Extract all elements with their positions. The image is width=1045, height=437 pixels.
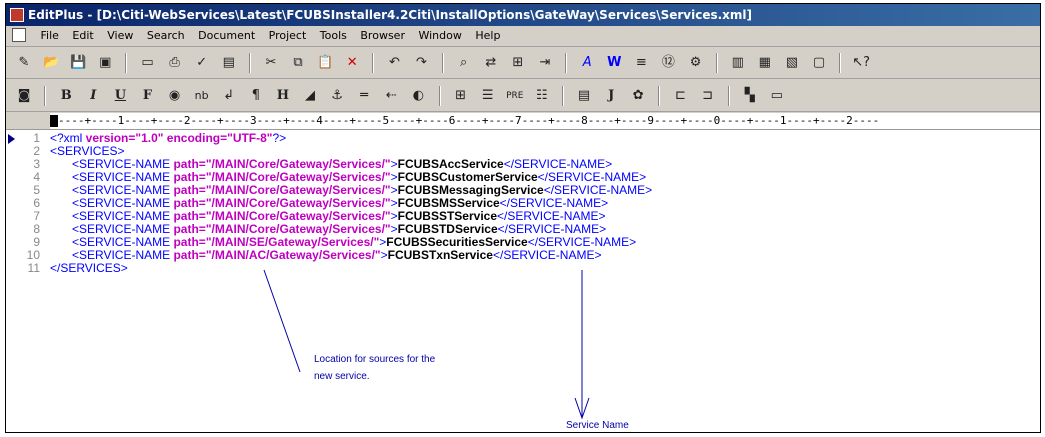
menu-file[interactable]: File [36, 26, 64, 46]
underline-icon[interactable]: U [110, 86, 130, 106]
title-bar[interactable]: EditPlus - [D:\Citi-WebServices\Latest\F… [6, 4, 1040, 26]
ruler-cursor-marker [50, 115, 58, 127]
font-icon[interactable]: A [577, 53, 597, 73]
browser-preview-icon[interactable]: ◙ [14, 86, 34, 106]
save-icon[interactable]: 💾 [68, 53, 88, 73]
open-folder-icon[interactable]: 📂 [41, 53, 61, 73]
toolbar-separator [125, 53, 128, 73]
comment-icon[interactable]: ⇠ [381, 86, 401, 106]
redo-icon[interactable]: ↷ [412, 53, 432, 73]
menu-edit[interactable]: Edit [67, 26, 98, 46]
menu-search[interactable]: Search [142, 26, 190, 46]
location-pointer-line [263, 269, 301, 373]
table-icon[interactable]: ⊞ [451, 86, 471, 106]
menu-window[interactable]: Window [413, 26, 466, 46]
menu-bar: File Edit View Search Document Project T… [6, 26, 1040, 47]
paste-icon[interactable]: 📋 [315, 53, 335, 73]
goto-line-icon[interactable]: ⇥ [535, 53, 555, 73]
fullscreen-icon[interactable]: ▢ [809, 53, 829, 73]
javascript-icon[interactable]: J [601, 86, 621, 106]
toolbar-separator [658, 86, 661, 106]
toolbar-separator [441, 53, 444, 73]
horizontal-rule-icon[interactable]: ═ [354, 86, 374, 106]
preferences-icon[interactable]: ⚙ [686, 53, 706, 73]
context-help-icon[interactable]: ↖? [851, 53, 871, 73]
toolbar-separator [727, 86, 730, 106]
ruler-toggle-icon[interactable]: ≡ [631, 53, 651, 73]
heading-icon[interactable]: H [273, 86, 293, 106]
find-in-files-icon[interactable]: ⊞ [508, 53, 528, 73]
toolbar-separator [565, 53, 568, 73]
bold-icon[interactable]: B [56, 86, 76, 106]
form-icon[interactable]: ▤ [574, 86, 594, 106]
location-annotation-line2: new service. [314, 371, 370, 382]
toolbar-separator [839, 53, 842, 73]
copy-icon[interactable]: ⧉ [288, 53, 308, 73]
window-title: EditPlus - [D:\Citi-WebServices\Latest\F… [28, 8, 753, 22]
menu-project[interactable]: Project [264, 26, 312, 46]
line-break-icon[interactable]: ↲ [219, 86, 239, 106]
directory-window-icon[interactable]: ▦ [755, 53, 775, 73]
toolbar-separator [248, 53, 251, 73]
print-icon[interactable]: ⎙ [165, 53, 185, 73]
menu-help[interactable]: Help [470, 26, 505, 46]
annotation-lines [263, 269, 590, 420]
toolbar-separator [438, 86, 441, 106]
list-icon[interactable]: ☷ [532, 86, 552, 106]
style-icon[interactable]: ✿ [628, 86, 648, 106]
image-tag-icon[interactable]: ◢ [300, 86, 320, 106]
replace-icon[interactable]: ⇄ [481, 53, 501, 73]
menu-document[interactable]: Document [193, 26, 260, 46]
window-layout-icon[interactable]: ▭ [767, 86, 787, 106]
toolbar-separator [561, 86, 564, 106]
cut-icon[interactable]: ✂ [261, 53, 281, 73]
cliptext-window-icon[interactable]: ▥ [728, 53, 748, 73]
save-all-icon[interactable]: ▣ [95, 53, 115, 73]
italic-icon[interactable]: I [83, 86, 103, 106]
find-icon[interactable]: ⌕ [454, 53, 474, 73]
pre-icon[interactable]: PRE [505, 86, 525, 106]
delete-icon[interactable]: ✕ [342, 53, 362, 73]
print-preview-icon[interactable]: ▭ [137, 53, 157, 73]
anchor-icon[interactable]: ⚓ [327, 86, 347, 106]
center-icon[interactable]: ☰ [478, 86, 498, 106]
menu-view[interactable]: View [102, 26, 138, 46]
document-icon[interactable] [12, 28, 26, 42]
toolbar-separator [44, 86, 47, 106]
ruler-ticks: ----+----1----+----2----+----3----+----4… [58, 114, 880, 127]
color-picker-icon[interactable]: ◉ [165, 86, 185, 106]
frame-icon[interactable]: ⊏ [670, 86, 690, 106]
new-file-icon[interactable]: ✎ [14, 53, 34, 73]
iframe-icon[interactable]: ⊐ [698, 86, 718, 106]
spell-check-icon[interactable]: ✓ [192, 53, 212, 73]
output-window-icon[interactable]: ▧ [782, 53, 802, 73]
text-editor[interactable]: 1 2 3 4 5 6 7 8 9 10 11 <?xml version="1… [6, 130, 1040, 432]
paragraph-icon[interactable]: ¶ [246, 86, 266, 106]
toolbar-separator [372, 53, 375, 73]
editplus-window: EditPlus - [D:\Citi-WebServices\Latest\F… [5, 3, 1041, 433]
toolbar-separator [715, 53, 718, 73]
nbsp-icon[interactable]: nb [192, 86, 212, 106]
menu-tools[interactable]: Tools [315, 26, 352, 46]
line-number-icon[interactable]: ⑫ [658, 53, 678, 73]
undo-icon[interactable]: ↶ [384, 53, 404, 73]
editplus-app-icon [10, 8, 24, 22]
menu-browser[interactable]: Browser [355, 26, 410, 46]
color-icon[interactable]: ◐ [408, 86, 428, 106]
standard-toolbar: ✎ 📂 💾 ▣ ▭ ⎙ ✓ ▤ ✂ ⧉ 📋 ✕ ↶ ↷ ⌕ ⇄ ⊞ ⇥ A W … [6, 47, 1040, 79]
font-tag-icon[interactable]: F [137, 86, 157, 106]
ruler-corner [6, 113, 50, 129]
service-name-annotation: Service Name [566, 420, 629, 431]
word-wrap-icon[interactable]: W [604, 53, 624, 73]
html-toolbar-icon[interactable]: ▚ [740, 86, 760, 106]
html-toolbar: ◙ B I U F ◉ nb ↲ ¶ H ◢ ⚓ ═ ⇠ ◐ ⊞ ☰ PRE ☷… [6, 80, 1040, 112]
location-annotation-line1: Location for sources for the [314, 354, 436, 365]
column-ruler: ----+----1----+----2----+----3----+----4… [6, 113, 1040, 130]
page-setup-icon[interactable]: ▤ [219, 53, 239, 73]
